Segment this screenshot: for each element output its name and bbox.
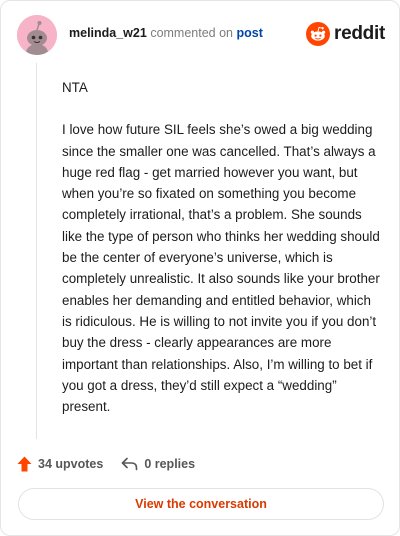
comment-actions: 34 upvotes 0 replies (17, 453, 195, 475)
comment-paragraph: I love how future SIL feels she’s owed a… (62, 122, 380, 415)
post-link[interactable]: post (236, 26, 262, 40)
comment-header: melinda_w21 commented on post reddit (17, 15, 385, 55)
reply-count: 0 replies (144, 457, 196, 471)
reply-arrow-icon (122, 457, 138, 471)
embedded-comment-card: melinda_w21 commented on post reddit NTA… (0, 0, 400, 536)
comment-byline: melinda_w21 commented on post (69, 26, 263, 40)
reddit-logo[interactable]: reddit (306, 22, 385, 46)
view-conversation-button[interactable]: View the conversation (18, 488, 384, 520)
reply-button[interactable]: 0 replies (121, 457, 195, 471)
thread-line (36, 63, 37, 439)
author-name[interactable]: melinda_w21 (69, 26, 147, 40)
upvote-count: 34 upvotes (38, 457, 104, 471)
brand-wordmark: reddit (334, 23, 385, 44)
comment-body: NTA I love how future SIL feels she’s ow… (62, 77, 384, 438)
byline-action-text: commented on (150, 26, 233, 40)
upvote-button[interactable]: 34 upvotes (17, 456, 103, 472)
reddit-snoo-icon (306, 22, 331, 46)
upvote-arrow-icon (17, 456, 32, 472)
comment-paragraph: NTA (62, 80, 88, 95)
snoo-avatar-icon (17, 15, 57, 55)
user-avatar[interactable] (17, 15, 57, 55)
